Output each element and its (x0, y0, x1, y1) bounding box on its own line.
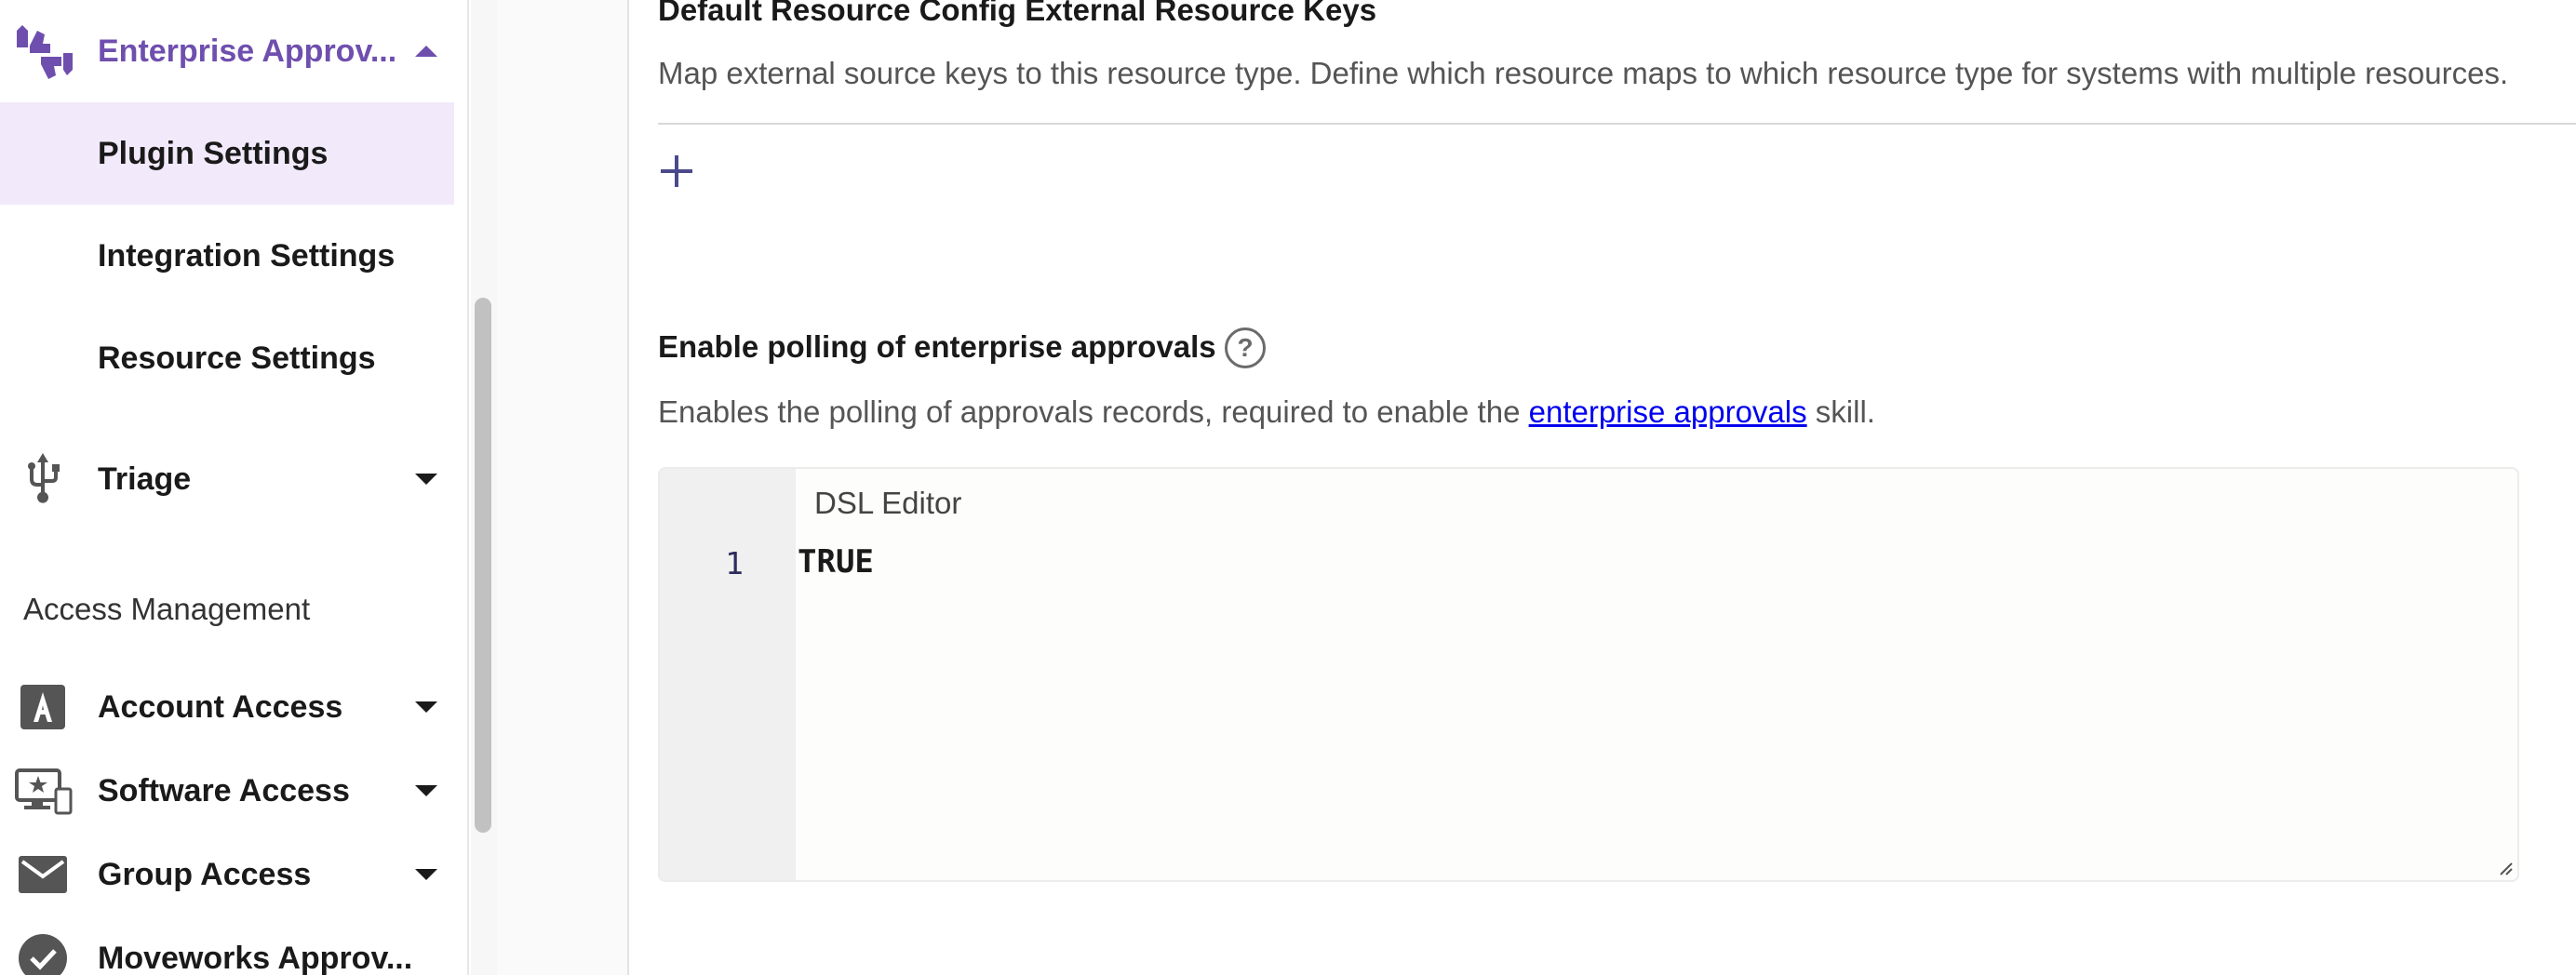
check-circle-icon (13, 928, 73, 975)
sidebar-subitem-integration-settings[interactable]: Integration Settings (0, 205, 454, 307)
sidebar-subitem-resource-settings[interactable]: Resource Settings (0, 307, 454, 409)
sidebar-item-label: Group Access (98, 856, 312, 892)
chevron-down-icon[interactable] (415, 474, 437, 485)
sidebar: Enterprise Approv... Plugin Settings Int… (0, 0, 469, 975)
editor-line-gutter (660, 469, 796, 880)
section-header-access-management: Access Management (23, 592, 311, 626)
external-keys-description: Map external source keys to this resourc… (658, 56, 2509, 90)
add-key-button[interactable] (657, 152, 696, 191)
thumbs-up-down-icon (13, 21, 73, 81)
editor-label: DSL Editor (814, 486, 962, 520)
polling-description: Enables the polling of approvals records… (658, 394, 1875, 430)
letter-a-box-icon (13, 677, 73, 737)
help-icon[interactable]: ? (1225, 327, 1266, 368)
resize-grip-icon[interactable] (2495, 858, 2514, 876)
chevron-down-icon[interactable] (415, 785, 437, 796)
polling-description-text: Enables the polling of approvals records… (658, 394, 1529, 429)
sidebar-item-triage[interactable]: Triage (0, 428, 454, 530)
sidebar-item-label: Account Access (98, 688, 343, 725)
enterprise-approvals-link[interactable]: enterprise approvals (1529, 394, 1807, 429)
content-gutter (497, 0, 629, 975)
polling-title: Enable polling of enterprise approvals (658, 329, 1216, 364)
dsl-editor[interactable]: 1 DSL Editor TRUE (658, 467, 2519, 882)
usb-fork-icon (13, 449, 73, 509)
sidebar-item-label: Moveworks Approv... (98, 940, 413, 975)
main-content: Default Resource Config External Resourc… (629, 0, 2576, 975)
sidebar-item-label: Triage (98, 461, 192, 497)
sidebar-subitem-label: Resource Settings (98, 340, 376, 376)
line-number: 1 (725, 545, 744, 581)
chevron-down-icon[interactable] (415, 869, 437, 880)
polling-description-suffix: skill. (1806, 394, 1875, 429)
sidebar-item-moveworks-approvals[interactable]: Moveworks Approv... (0, 907, 454, 975)
external-keys-title: Default Resource Config External Resourc… (658, 0, 1377, 27)
sidebar-item-enterprise-approvals[interactable]: Enterprise Approv... (0, 0, 454, 102)
plus-icon (661, 155, 692, 187)
divider (658, 123, 2576, 125)
sidebar-scrollbar-thumb[interactable] (475, 298, 491, 833)
sidebar-subitem-label: Plugin Settings (98, 135, 329, 171)
envelope-icon (13, 845, 73, 904)
chevron-up-icon[interactable] (415, 46, 437, 57)
sidebar-item-label: Software Access (98, 772, 350, 808)
monitor-star-icon (13, 761, 73, 821)
code-line[interactable]: TRUE (798, 543, 874, 581)
sidebar-item-label: Enterprise Approv... (98, 33, 397, 69)
sidebar-subitem-plugin-settings[interactable]: Plugin Settings (0, 102, 454, 205)
app-root: Enterprise Approv... Plugin Settings Int… (0, 0, 2576, 975)
chevron-down-icon[interactable] (415, 701, 437, 713)
sidebar-subitem-label: Integration Settings (98, 237, 396, 274)
